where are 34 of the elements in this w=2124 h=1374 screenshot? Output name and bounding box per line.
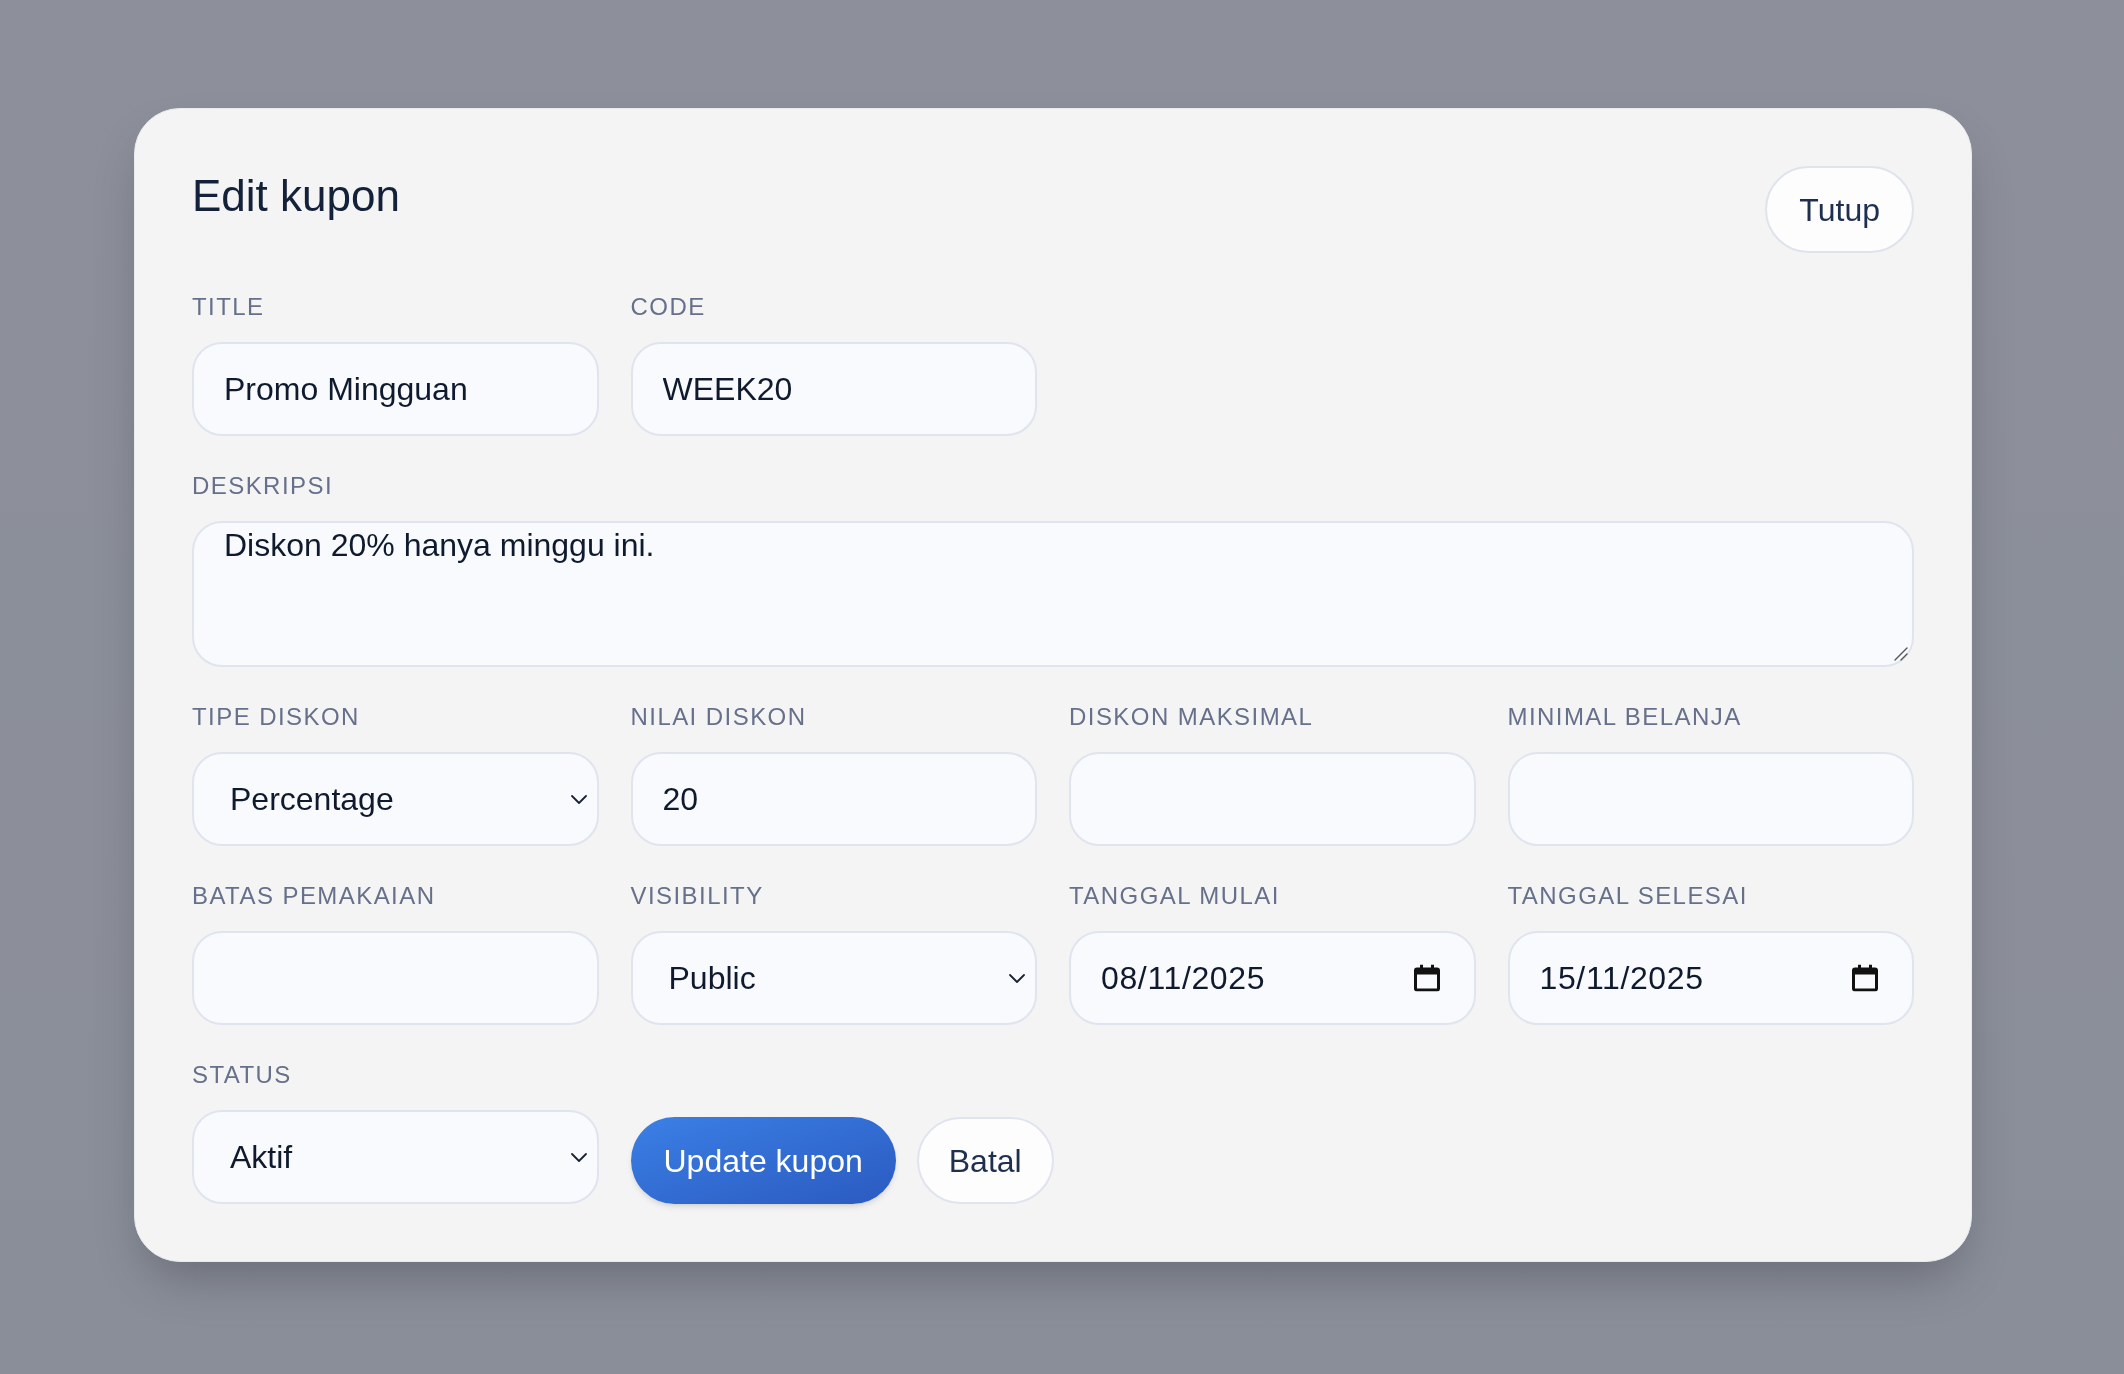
resize-grip-icon[interactable]: [1894, 647, 1908, 661]
field-label: TIPE DISKON: [192, 703, 361, 731]
date-input[interactable]: 08/11/2025: [1069, 931, 1476, 1025]
dialog-title: Edit kupon: [192, 170, 400, 222]
text-area[interactable]: Diskon 20% hanya minggu ini.: [192, 521, 1914, 667]
text-input[interactable]: [1069, 752, 1476, 846]
chevron-down-icon: [570, 1152, 587, 1162]
update-button[interactable]: Update kupon: [630, 1117, 896, 1204]
text-input[interactable]: [192, 931, 599, 1025]
dropdown-select[interactable]: Aktif: [192, 1110, 599, 1204]
dropdown-select[interactable]: Public: [630, 931, 1037, 1025]
text-input[interactable]: WEEK20: [630, 342, 1037, 436]
field-label: CODE: [630, 293, 707, 321]
date-input[interactable]: 15/11/2025: [1507, 931, 1914, 1025]
close-button[interactable]: Tutup: [1765, 166, 1914, 253]
field-label: NILAI DISKON: [630, 703, 808, 731]
field-label: TANGGAL MULAI: [1069, 882, 1281, 910]
field-label: STATUS: [192, 1061, 293, 1089]
cancel-button[interactable]: Batal: [916, 1117, 1054, 1204]
text-input[interactable]: Promo Mingguan: [192, 342, 599, 436]
field-label: MINIMAL BELANJA: [1507, 703, 1743, 731]
text-input[interactable]: [1507, 752, 1914, 846]
field-label: VISIBILITY: [630, 882, 765, 910]
field-label: DISKON MAKSIMAL: [1069, 703, 1315, 731]
field-label: TITLE: [192, 293, 266, 321]
dropdown-select[interactable]: Percentage: [192, 752, 599, 846]
calendar-icon[interactable]: [1413, 964, 1440, 992]
field-label: BATAS PEMAKAIAN: [192, 882, 437, 910]
chevron-down-icon: [570, 794, 587, 804]
chevron-down-icon: [1009, 973, 1025, 983]
field-label: TANGGAL SELESAI: [1507, 882, 1749, 910]
field-label: DESKRIPSI: [192, 472, 334, 500]
text-input[interactable]: 20: [630, 752, 1037, 846]
calendar-icon[interactable]: [1852, 964, 1878, 992]
